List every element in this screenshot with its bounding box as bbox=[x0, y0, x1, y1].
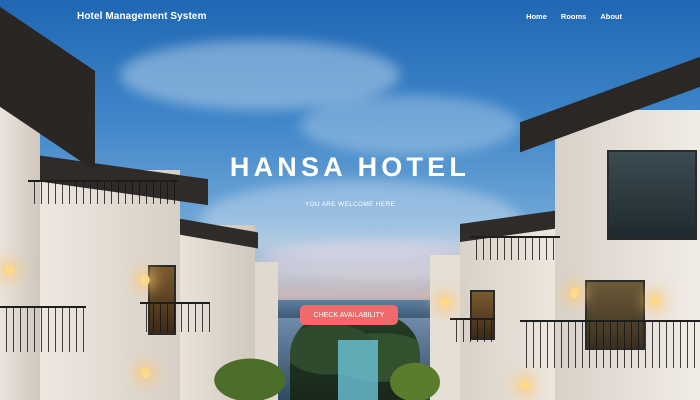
navbar: Hotel Management System Home Rooms About bbox=[0, 0, 700, 34]
tree bbox=[200, 350, 300, 400]
check-availability-button[interactable]: CHECK AVAILABILITY bbox=[300, 305, 398, 325]
wall-lamp bbox=[650, 296, 660, 306]
balcony-railing bbox=[470, 236, 560, 260]
balcony-railing bbox=[0, 306, 86, 352]
wall-lamp bbox=[140, 368, 150, 378]
pool bbox=[338, 340, 378, 400]
cloud bbox=[300, 95, 520, 155]
balcony-railing bbox=[450, 318, 495, 342]
nav-links: Home Rooms About bbox=[526, 12, 622, 21]
wall-lamp bbox=[440, 297, 450, 307]
balcony-railing bbox=[520, 320, 700, 368]
hero-section: Hotel Management System Home Rooms About… bbox=[0, 0, 700, 400]
wall-lamp bbox=[520, 380, 530, 390]
balcony-railing bbox=[140, 302, 210, 332]
tree bbox=[380, 355, 450, 400]
hero-subtitle: YOU ARE WELCOME HERE bbox=[304, 201, 396, 208]
wall-lamp bbox=[570, 288, 580, 298]
nav-link-about[interactable]: About bbox=[600, 12, 622, 21]
brand-logo[interactable]: Hotel Management System bbox=[77, 11, 207, 22]
nav-link-rooms[interactable]: Rooms bbox=[561, 12, 586, 21]
nav-link-home[interactable]: Home bbox=[526, 12, 547, 21]
hero-title: HANSA HOTEL bbox=[229, 152, 471, 182]
wall-lamp bbox=[4, 265, 14, 275]
wall-lamp bbox=[140, 275, 150, 285]
